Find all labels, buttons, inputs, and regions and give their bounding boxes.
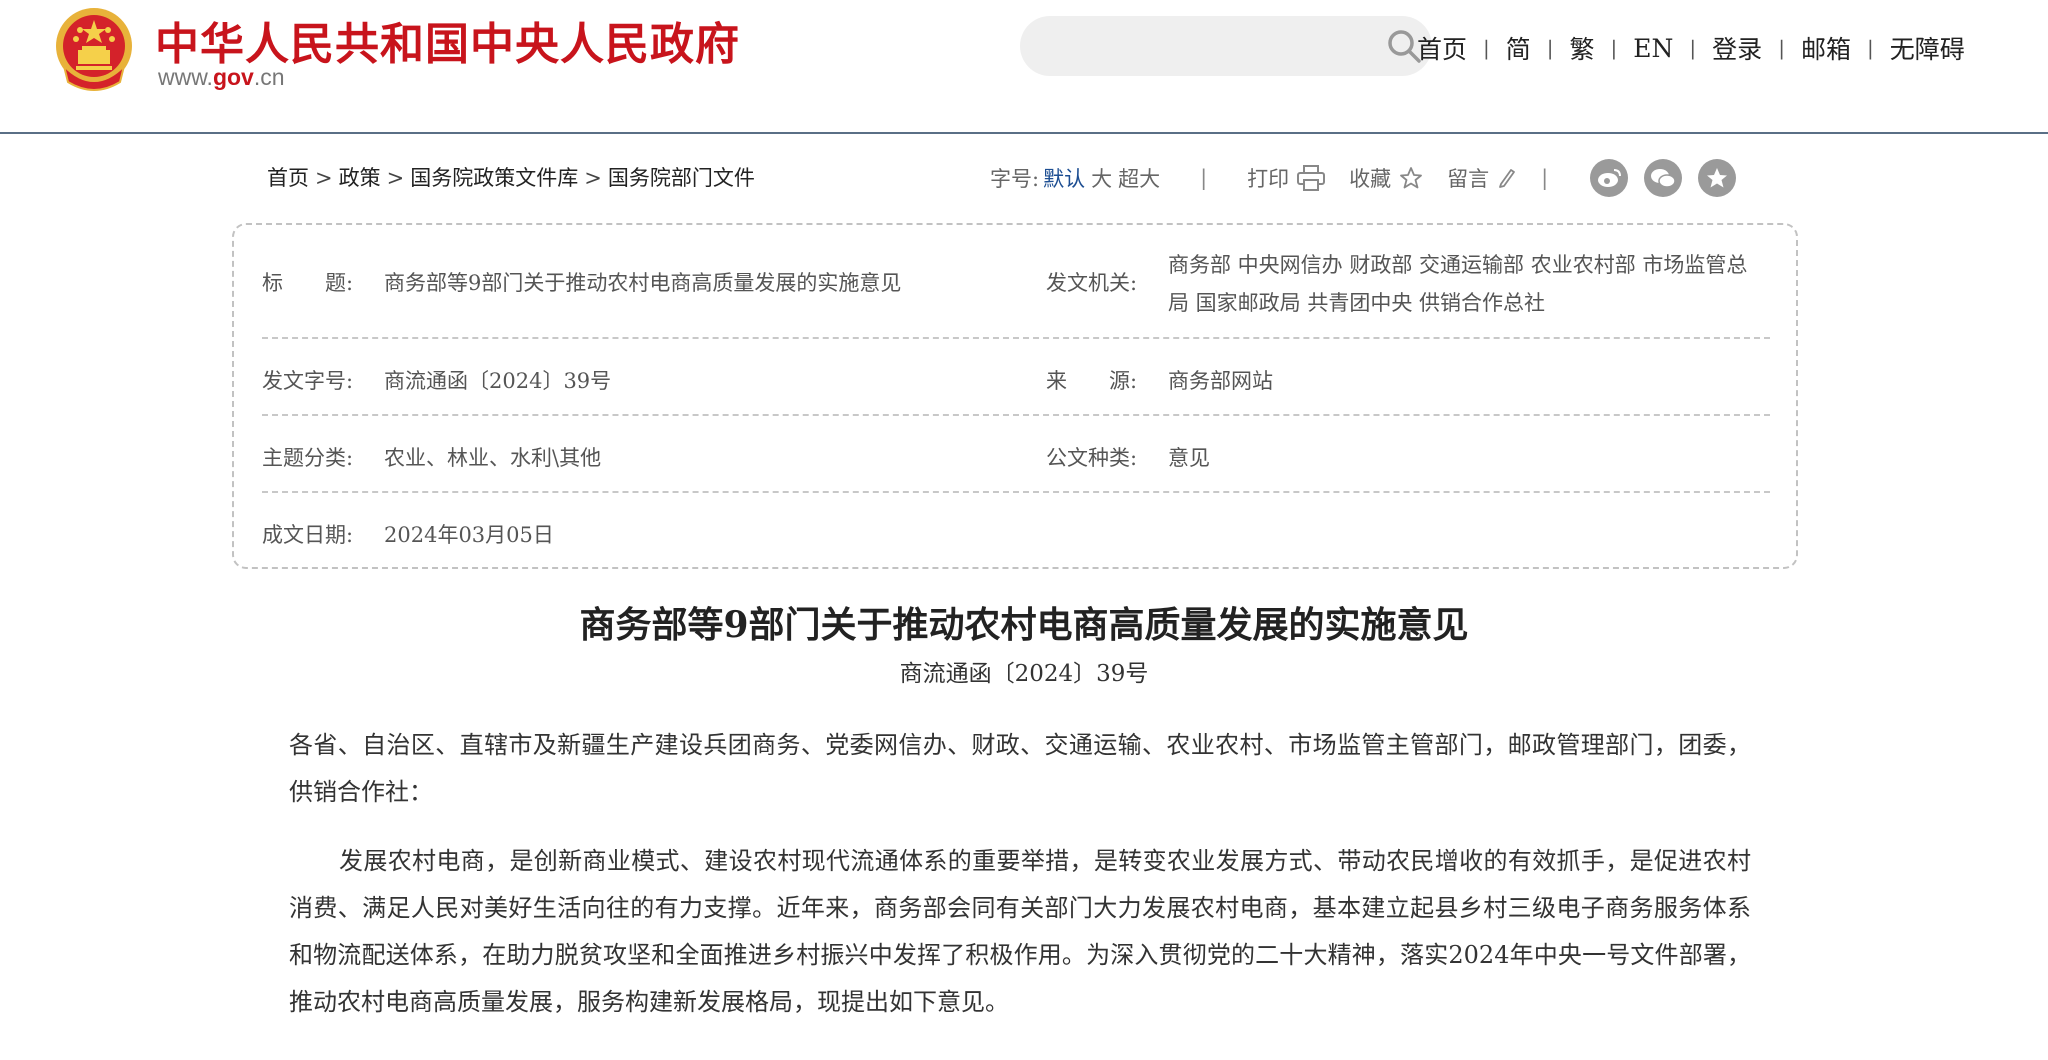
- document-info-table: 标 题: 商务部等9部门关于推动农村电商高质量发展的实施意见 发文机关: 商务部…: [232, 223, 1798, 569]
- nav-divider: |: [1610, 36, 1618, 60]
- nav-simplified[interactable]: 简: [1506, 30, 1531, 66]
- breadcrumb: 首页 > 政策 > 国务院政策文件库 > 国务院部门文件: [267, 162, 755, 192]
- doc-type-value: 意见: [1168, 446, 1210, 470]
- source-value: 商务部网站: [1168, 369, 1273, 393]
- site-url-suffix: .cn: [253, 64, 285, 90]
- nav-accessibility[interactable]: 无障碍: [1890, 30, 1965, 66]
- nav-traditional[interactable]: 繁: [1570, 30, 1595, 66]
- search-box[interactable]: [1020, 16, 1432, 76]
- comment-button[interactable]: 留言: [1447, 163, 1517, 193]
- info-row: 标 题: 商务部等9部门关于推动农村电商高质量发展的实施意见 发文机关: 商务部…: [262, 225, 1770, 339]
- info-row: 主题分类: 农业、林业、水利\其他 公文种类: 意见: [262, 416, 1770, 493]
- star-badge-icon[interactable]: [1698, 159, 1737, 197]
- font-size-large[interactable]: 大: [1091, 163, 1112, 193]
- breadcrumb-department-docs[interactable]: 国务院部门文件: [608, 166, 755, 190]
- date-label: 成文日期:: [262, 523, 354, 547]
- print-label: 打印: [1247, 167, 1290, 191]
- star-icon: [1400, 167, 1423, 189]
- breadcrumb-policy[interactable]: 政策: [339, 166, 381, 190]
- nav-login[interactable]: 登录: [1712, 30, 1762, 66]
- print-button[interactable]: 打印: [1247, 163, 1326, 193]
- nav-divider: |: [1689, 36, 1697, 60]
- info-row: 成文日期: 2024年03月05日: [262, 493, 1770, 569]
- topic-label: 主题分类:: [262, 446, 354, 470]
- issuer-label: 发文机关:: [1046, 271, 1138, 295]
- printer-icon: [1297, 165, 1326, 191]
- article-title: 商务部等9部门关于推动农村电商高质量发展的实施意见: [579, 604, 1469, 646]
- font-size-label: 字号:: [990, 167, 1040, 191]
- title-label: 标 题:: [262, 271, 354, 295]
- nav-home[interactable]: 首页: [1417, 30, 1467, 66]
- comment-label: 留言: [1447, 167, 1490, 191]
- nav-divider: |: [1778, 36, 1785, 60]
- doc-type-label: 公文种类:: [1046, 446, 1138, 470]
- info-row: 发文字号: 商流通函〔2024〕39号 来 源: 商务部网站: [262, 339, 1770, 416]
- site-url-prefix: www.: [158, 64, 213, 90]
- font-size-default[interactable]: 默认: [1043, 163, 1085, 193]
- toolbar-divider: |: [1541, 166, 1549, 190]
- source-label: 来 源:: [1046, 369, 1138, 393]
- top-nav: 首页 | 简 | 繁 | EN | 登录 | 邮箱 | 无障碍: [1417, 30, 1965, 66]
- issuer-value-line1: 商务部 中央网信办 财政部 交通运输部 农业农村部 市场监管总: [1168, 253, 1748, 277]
- nav-english[interactable]: EN: [1633, 34, 1673, 63]
- nav-divider: |: [1546, 36, 1554, 60]
- site-title[interactable]: 中华人民共和国中央人民政府: [155, 8, 740, 72]
- breadcrumb-separator: >: [386, 166, 405, 190]
- weibo-icon[interactable]: [1590, 159, 1629, 197]
- article-doc-number: 商流通函〔2024〕39号: [899, 661, 1149, 687]
- issuer-value-line2: 局 国家邮政局 共青团中央 供销合作总社: [1168, 291, 1546, 315]
- title-value: 商务部等9部门关于推动农村电商高质量发展的实施意见: [384, 271, 902, 295]
- pencil-icon: [1499, 169, 1516, 188]
- breadcrumb-separator: >: [315, 166, 333, 190]
- font-size-xlarge[interactable]: 超大: [1118, 163, 1160, 193]
- site-url-gov: gov: [212, 64, 254, 90]
- article-paragraph: 发展农村电商，是创新商业模式、建设农村现代流通体系的重要举措，是转变农业发展方式…: [289, 847, 1751, 1016]
- national-emblem-icon[interactable]: [54, 6, 134, 92]
- breadcrumb-separator: >: [584, 166, 602, 190]
- article-salutation: 各省、自治区、直辖市及新疆生产建设兵团商务、党委网信办、财政、交通运输、农业农村…: [289, 731, 1751, 806]
- doc-number-value: 商流通函〔2024〕39号: [384, 369, 612, 393]
- site-url[interactable]: www.gov.cn: [158, 64, 285, 91]
- site-header: 中华人民共和国中央人民政府 www.gov.cn 首页 | 简 | 繁 | EN…: [0, 0, 2048, 134]
- nav-mail[interactable]: 邮箱: [1801, 30, 1851, 66]
- breadcrumb-policy-library[interactable]: 国务院政策文件库: [410, 166, 578, 190]
- favorite-label: 收藏: [1349, 167, 1392, 191]
- wechat-icon[interactable]: [1644, 159, 1683, 197]
- nav-divider: |: [1866, 36, 1874, 60]
- date-value: 2024年03月05日: [384, 523, 554, 547]
- doc-number-label: 发文字号:: [262, 369, 354, 393]
- favorite-button[interactable]: 收藏: [1349, 163, 1423, 193]
- article-toolbar: 字号: 默认 大 超大 | 打印 收藏 留言 |: [990, 158, 1737, 198]
- topic-value: 农业、林业、水利\其他: [384, 446, 602, 470]
- breadcrumb-home[interactable]: 首页: [267, 166, 309, 190]
- nav-divider: |: [1483, 36, 1490, 60]
- toolbar-divider: |: [1200, 166, 1208, 190]
